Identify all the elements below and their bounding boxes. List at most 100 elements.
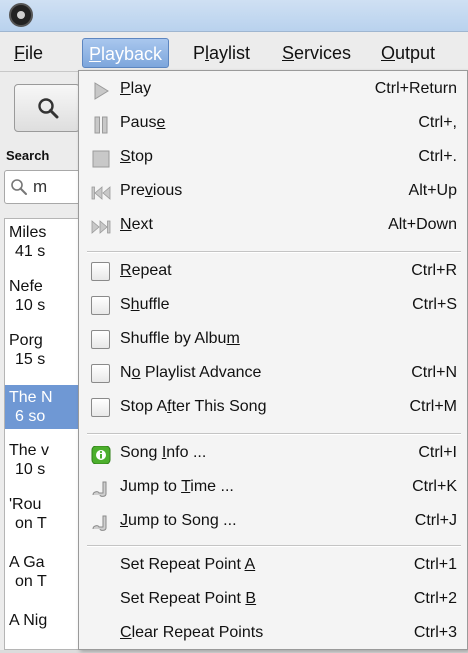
menu-item-label-post: top	[130, 148, 153, 165]
menu-item-mnemonic: B	[245, 590, 257, 607]
menu-playback[interactable]: Playback	[82, 38, 170, 68]
menu-item-label: Song Info ...	[120, 444, 206, 462]
menu-output-mnemonic: O	[381, 43, 396, 63]
menu-item-shortcut: Ctrl+1	[413, 556, 457, 573]
shuffle-by-album-checkbox[interactable]	[91, 330, 110, 349]
menu-item-label-pre: S	[120, 296, 131, 313]
menu-item-previous[interactable]: Previous Alt+Up	[79, 175, 467, 211]
menu-item-mnemonic: h	[130, 296, 140, 313]
menu-item-shortcut: Ctrl+N	[411, 364, 457, 381]
menu-item-shuffle-by-album[interactable]: Shuffle by Album	[79, 323, 467, 359]
menu-item-next[interactable]: Next Alt+Down	[79, 209, 467, 245]
menu-services[interactable]: Services	[276, 38, 357, 68]
list-item-title: Porg	[9, 332, 43, 349]
menu-item-label: Repeat	[120, 262, 172, 280]
menu-item-stop-after-this-song[interactable]: Stop After This Song Ctrl+M	[79, 391, 467, 427]
list-item-title: Miles	[9, 224, 47, 241]
menu-separator	[87, 251, 461, 253]
menu-item-label: Jump to Song ...	[120, 512, 237, 530]
menu-item-label: No Playlist Advance	[120, 364, 261, 382]
menu-item-shortcut: Ctrl+I	[418, 444, 457, 461]
previous-track-icon	[91, 186, 111, 200]
list-item-title: A Ga	[9, 554, 45, 571]
search-input-value: m	[33, 177, 48, 196]
menu-item-shortcut: Alt+Up	[408, 182, 457, 199]
menu-item-shortcut: Ctrl+3	[413, 624, 457, 641]
menu-item-label-pre: Set Repeat Point	[120, 590, 246, 607]
menu-item-label-pre: Jump to	[120, 478, 182, 495]
menu-item-set-repeat-point-b[interactable]: Set Repeat Point B Ctrl+2	[79, 583, 467, 619]
menu-playback-label: layback	[101, 44, 163, 64]
menu-item-clear-repeat-points[interactable]: Clear Repeat Points Ctrl+3	[79, 617, 467, 653]
menu-item-jump-to-time[interactable]: Jump to Time ... Ctrl+K	[79, 471, 467, 507]
menu-item-mnemonic: R	[120, 262, 132, 279]
menu-item-shortcut: Ctrl+K	[412, 478, 457, 495]
search-icon	[38, 98, 59, 119]
search-button[interactable]	[14, 84, 80, 132]
menu-item-shortcut: Ctrl+.	[418, 148, 457, 165]
next-track-icon	[91, 220, 111, 234]
menu-item-mnemonic: T	[181, 478, 191, 495]
menu-item-stop[interactable]: Stop Ctrl+.	[79, 141, 467, 177]
menu-item-label: Next	[120, 216, 153, 234]
menu-output[interactable]: Output	[375, 38, 441, 68]
menu-item-label-post: lay	[130, 80, 152, 97]
menu-playlist-label-pre: P	[193, 43, 206, 63]
jump-icon	[92, 515, 107, 531]
menu-playback-mnemonic: P	[89, 44, 102, 64]
menu-file[interactable]: File	[8, 38, 49, 68]
menu-item-label-post: lear Repeat Points	[131, 624, 264, 641]
menu-item-label-post: ime ...	[190, 478, 234, 495]
menu-item-shortcut: Ctrl+S	[412, 296, 457, 313]
menu-item-shuffle[interactable]: Shuffle Ctrl+S	[79, 289, 467, 325]
menu-item-label: Stop After This Song	[120, 398, 266, 416]
menu-item-shortcut: Ctrl+Return	[374, 80, 457, 97]
menu-item-pause[interactable]: Pause Ctrl+,	[79, 107, 467, 143]
search-label: Search	[6, 148, 50, 163]
repeat-checkbox[interactable]	[91, 262, 110, 281]
info-icon	[91, 446, 111, 464]
list-item-title: The v	[9, 442, 50, 459]
menu-item-label-pre: Set Repeat Point	[120, 556, 245, 573]
menu-item-play[interactable]: Play Ctrl+Return	[79, 73, 467, 109]
menu-item-shortcut: Alt+Down	[388, 216, 457, 233]
menu-services-label: ervices	[294, 43, 352, 63]
no-playlist-advance-checkbox[interactable]	[91, 364, 110, 383]
menu-item-label-pre: Song	[120, 444, 162, 461]
menu-item-label: Set Repeat Point B	[120, 590, 256, 608]
menu-item-label-pre: N	[120, 364, 132, 381]
app-logo-icon[interactable]	[9, 3, 33, 27]
menu-item-label-post: ious	[152, 182, 183, 199]
menu-item-shortcut: Ctrl+2	[413, 590, 457, 607]
menu-output-label: utput	[395, 43, 436, 63]
menu-item-song-info[interactable]: Song Info ... Ctrl+I	[79, 437, 467, 473]
list-item-title: Nefe	[9, 278, 43, 295]
play-icon	[94, 82, 109, 100]
playback-menu: Play Ctrl+Return Pause Ctrl+, Stop Ctrl+…	[78, 70, 468, 650]
menu-item-jump-to-song[interactable]: Jump to Song ... Ctrl+J	[79, 505, 467, 541]
shuffle-checkbox[interactable]	[91, 296, 110, 315]
menu-item-repeat[interactable]: Repeat Ctrl+R	[79, 255, 467, 291]
menu-item-label-post: ext	[131, 216, 153, 233]
menu-item-shortcut: Ctrl+J	[414, 512, 457, 529]
stop-after-this-song-checkbox[interactable]	[91, 398, 110, 417]
menu-bar: File Playback Playlist Services Output	[0, 32, 468, 72]
menu-item-mnemonic: v	[144, 182, 153, 199]
menu-item-label-pre: Paus	[120, 114, 157, 131]
list-item-title: A Nig	[9, 612, 48, 629]
menu-item-shortcut: Ctrl+R	[411, 262, 457, 279]
menu-item-label-pre: Pre	[120, 182, 145, 199]
menu-item-mnemonic: J	[120, 512, 128, 529]
left-panel: Search m Miles 41 s Nefe 10 s Porg 15 s The…	[0, 72, 94, 650]
menu-playlist-label: aylist	[209, 43, 251, 63]
menu-item-set-repeat-point-a[interactable]: Set Repeat Point A Ctrl+1	[79, 549, 467, 585]
menu-item-mnemonic: S	[120, 148, 131, 165]
menu-playlist[interactable]: Playlist	[187, 38, 256, 68]
menu-item-no-playlist-advance[interactable]: No Playlist Advance Ctrl+N	[79, 357, 467, 393]
title-bar	[0, 0, 468, 32]
menu-item-mnemonic: P	[120, 80, 131, 97]
pause-icon	[94, 116, 108, 134]
menu-file-label: ile	[25, 43, 44, 63]
menu-item-mnemonic: m	[226, 330, 240, 347]
jump-icon	[92, 481, 107, 497]
